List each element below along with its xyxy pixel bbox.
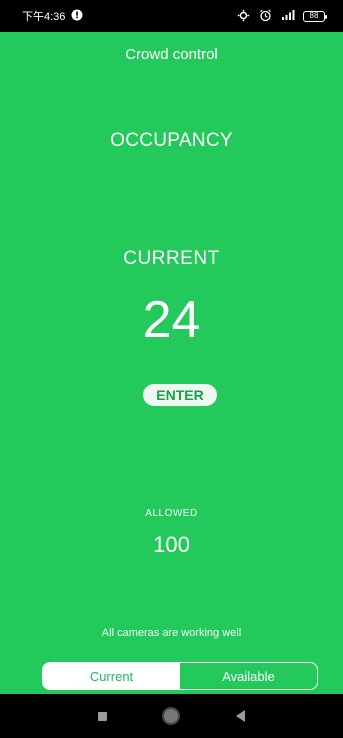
app-title: Crowd control [125, 46, 218, 63]
phone-screen: 下午4:36 88 Crowd control OCCUPANCY CURREN… [0, 0, 343, 738]
current-label: CURRENT [123, 248, 220, 269]
tab-current[interactable]: Current [43, 663, 180, 689]
status-right: 88 [237, 9, 327, 23]
alert-circle-icon [71, 9, 85, 23]
status-time: 下午4:36 [22, 11, 66, 23]
occupancy-title: OCCUPANCY [110, 130, 233, 151]
battery-level: 88 [309, 11, 319, 20]
enter-button[interactable]: ENTER [143, 384, 217, 406]
signal-icon [281, 9, 295, 23]
allowed-label: ALLOWED [145, 508, 198, 519]
settings-icon [237, 9, 251, 23]
status-bar: 下午4:36 88 [0, 0, 343, 32]
view-toggle: Current Available [42, 662, 318, 690]
current-count: 24 [142, 291, 201, 349]
camera-status-text: All cameras are working well [101, 627, 242, 639]
recent-apps-icon[interactable] [97, 711, 107, 721]
back-icon[interactable] [236, 710, 246, 722]
home-icon[interactable] [162, 707, 181, 725]
battery-icon: 88 [303, 10, 327, 22]
tab-available[interactable]: Available [180, 663, 317, 689]
app-content: Crowd control OCCUPANCY CURRENT 24 ENTER… [0, 32, 343, 694]
navigation-bar [0, 694, 343, 738]
alarm-icon [259, 9, 273, 23]
allowed-count: 100 [153, 532, 190, 557]
status-left: 下午4:36 [22, 8, 85, 24]
